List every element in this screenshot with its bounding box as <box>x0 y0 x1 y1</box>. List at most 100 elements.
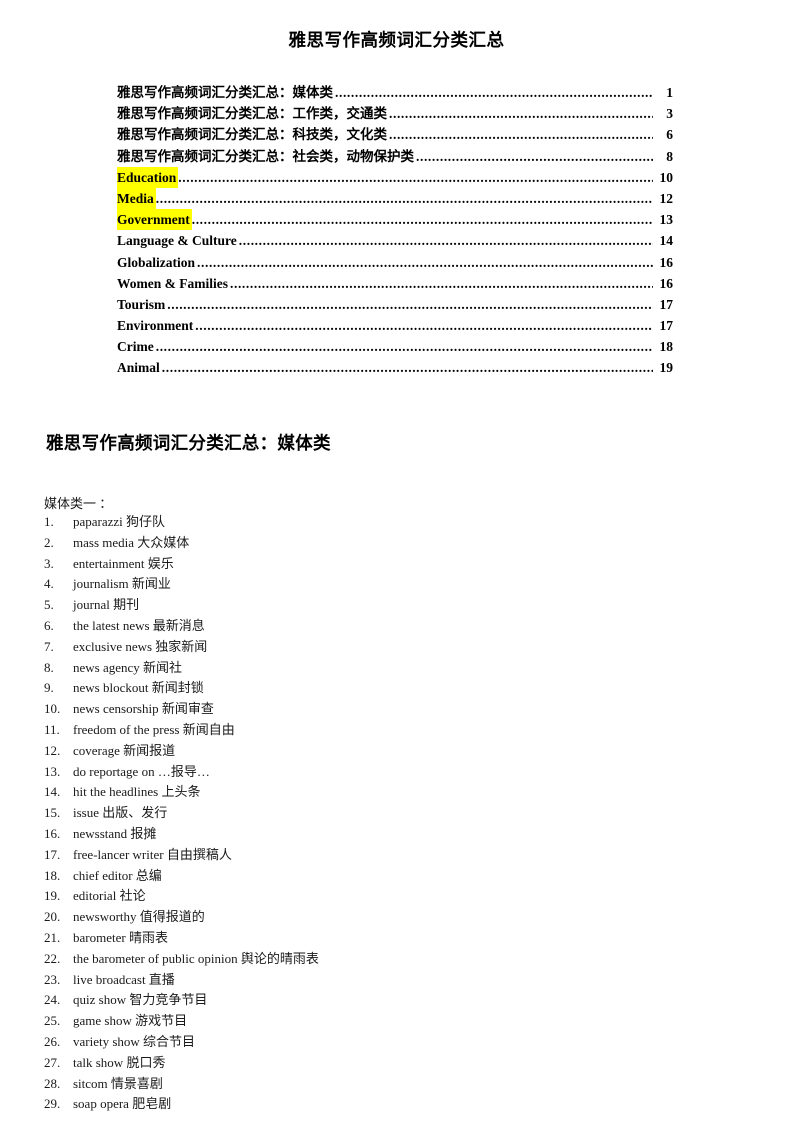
list-item: 4. journalism 新闻业 <box>44 574 744 595</box>
toc-entry[interactable]: Globalization 16 <box>117 252 673 273</box>
toc-entry[interactable]: Education 10 <box>117 166 674 188</box>
list-item-text: news agency 新闻社 <box>73 659 183 675</box>
toc-leader-dots <box>156 188 653 209</box>
toc-leader-dots <box>167 294 653 315</box>
list-item-number: 28. <box>44 1075 61 1091</box>
toc-leader-dots <box>389 124 653 145</box>
vocabulary-list: 1. paparazzi 狗仔队 2. mass media 大众媒体 3. entert… <box>44 512 744 1115</box>
list-item: 12. coverage 新闻报道 <box>44 741 744 762</box>
list-item-text: live broadcast 直播 <box>73 971 175 987</box>
list-item-text: free-lancer writer 自由撰稿人 <box>73 846 232 862</box>
list-item-text: the barometer of public opinion 舆论的晴雨表 <box>73 950 319 966</box>
toc-entry-page-number: 12 <box>659 190 674 206</box>
list-item: 26. variety show 综合节目 <box>44 1032 744 1053</box>
toc-entry[interactable]: Environment 17 <box>117 315 673 336</box>
toc-entry[interactable]: Crime 18 <box>117 336 673 357</box>
list-item-number: 13. <box>44 763 61 779</box>
toc-entry-page-number: 3 <box>666 106 673 122</box>
list-item-text: journalism 新闻业 <box>73 576 171 592</box>
toc-entry-page-number: 14 <box>659 233 674 249</box>
toc-entry-page-number: 6 <box>666 127 673 143</box>
toc-entry-label: 雅思写作高频词汇分类汇总：科技类，文化类 <box>117 127 387 143</box>
toc-entry-label: Government <box>117 209 192 231</box>
list-item: 22. the barometer of public opinion 舆论的晴雨… <box>44 949 744 970</box>
list-item-number: 20. <box>44 909 61 925</box>
list-item-text: quiz show 智力竞争节目 <box>73 992 208 1008</box>
toc-entry-page-number: 17 <box>659 296 674 312</box>
toc-entry-page-number: 17 <box>659 318 674 334</box>
list-item-number: 18. <box>44 867 61 883</box>
toc-entry-label: 雅思写作高频词汇分类汇总：工作类，交通类 <box>117 106 387 122</box>
list-item-number: 9. <box>44 680 54 696</box>
list-item-text: do reportage on …报导… <box>73 763 210 779</box>
list-item-text: newsworthy 值得报道的 <box>73 909 205 925</box>
list-item: 29. soap opera 肥皂剧 <box>44 1094 744 1115</box>
list-item-text: freedom of the press 新闻自由 <box>73 721 235 737</box>
list-item-number: 17. <box>44 846 61 862</box>
toc-entry[interactable]: Media 12 <box>117 187 674 210</box>
toc-entry-label: Tourism <box>117 296 166 312</box>
list-item: 10. news censorship 新闻审查 <box>44 699 744 720</box>
toc-entry[interactable]: Language & Culture 14 <box>117 230 673 251</box>
toc-leader-dots <box>230 273 653 294</box>
list-item: 16. newsstand 报摊 <box>44 824 744 845</box>
toc-entry[interactable]: Animal 19 <box>117 357 673 378</box>
list-item-number: 14. <box>44 784 61 800</box>
list-item: 1. paparazzi 狗仔队 <box>44 512 744 533</box>
list-item-text: issue 出版、发行 <box>73 805 168 821</box>
list-item-number: 19. <box>44 888 61 904</box>
toc-entry[interactable]: 雅思写作高频词汇分类汇总：社会类，动物保护类 8 <box>117 146 673 167</box>
toc-entry-label: Crime <box>117 339 154 355</box>
list-item-text: coverage 新闻报道 <box>73 742 176 758</box>
list-item-number: 27. <box>44 1054 61 1070</box>
toc-entry-label: Education <box>117 166 179 188</box>
list-item-text: editorial 社论 <box>73 888 146 904</box>
list-item-text: game show 游戏节目 <box>73 1013 188 1029</box>
toc-leader-dots <box>335 82 653 103</box>
toc-entry-label: Globalization <box>117 254 196 270</box>
list-item-text: news blockout 新闻封锁 <box>73 680 204 696</box>
toc-leader-dots <box>192 209 653 230</box>
list-item-text: variety show 综合节目 <box>73 1033 196 1049</box>
toc-leader-dots <box>178 167 653 188</box>
section-heading: 雅思写作高频词汇分类汇总：媒体类 <box>46 433 331 453</box>
list-item-number: 10. <box>44 701 61 717</box>
toc-entry[interactable]: 雅思写作高频词汇分类汇总：媒体类 1 <box>117 82 673 103</box>
list-item-number: 25. <box>44 1013 61 1029</box>
toc-entry[interactable]: Tourism 17 <box>117 294 673 315</box>
list-item-number: 12. <box>44 742 61 758</box>
list-item-number: 5. <box>44 597 54 613</box>
list-item-text: journal 期刊 <box>73 597 140 613</box>
list-item-text: soap opera 肥皂剧 <box>73 1096 172 1112</box>
toc-entry[interactable]: 雅思写作高频词汇分类汇总：工作类，交通类 3 <box>117 103 673 124</box>
list-item-number: 8. <box>44 659 54 675</box>
table-of-contents: 雅思写作高频词汇分类汇总：媒体类1雅思写作高频词汇分类汇总：工作类，交通类3雅思… <box>117 82 673 379</box>
list-item-text: news censorship 新闻审查 <box>73 701 214 717</box>
list-item-number: 29. <box>44 1096 61 1112</box>
toc-entry-label: Media <box>117 187 156 210</box>
list-item-text: hit the headlines 上头条 <box>73 784 201 800</box>
list-item: 17. free-lancer writer 自由撰稿人 <box>44 845 744 866</box>
list-item-number: 4. <box>44 576 54 592</box>
list-item: 28. sitcom 情景喜剧 <box>44 1074 744 1095</box>
list-item: 9. news blockout 新闻封锁 <box>44 678 744 699</box>
list-item-number: 6. <box>44 617 54 633</box>
toc-entry-page-number: 10 <box>659 169 674 185</box>
list-item: 5. journal 期刊 <box>44 595 744 616</box>
list-item-text: entertainment 娱乐 <box>73 555 174 571</box>
list-item-text: chief editor 总编 <box>73 867 162 883</box>
toc-entry[interactable]: Women & Families 16 <box>117 273 673 294</box>
list-item: 19. editorial 社论 <box>44 886 744 907</box>
toc-leader-dots <box>195 315 653 336</box>
list-item-text: barometer 晴雨表 <box>73 929 168 945</box>
list-item-number: 11. <box>44 721 60 737</box>
list-item: 13. do reportage on …报导… <box>44 762 744 783</box>
toc-entry[interactable]: 雅思写作高频词汇分类汇总：科技类，文化类 6 <box>117 124 673 145</box>
toc-entry-label: Women & Families <box>117 275 228 291</box>
list-item: 15. issue 出版、发行 <box>44 803 744 824</box>
list-item-number: 15. <box>44 805 61 821</box>
list-item: 6. the latest news 最新消息 <box>44 616 744 637</box>
list-item: 24. quiz show 智力竞争节目 <box>44 990 744 1011</box>
toc-entry[interactable]: Government 13 <box>117 209 673 231</box>
toc-entry-page-number: 16 <box>659 275 674 291</box>
